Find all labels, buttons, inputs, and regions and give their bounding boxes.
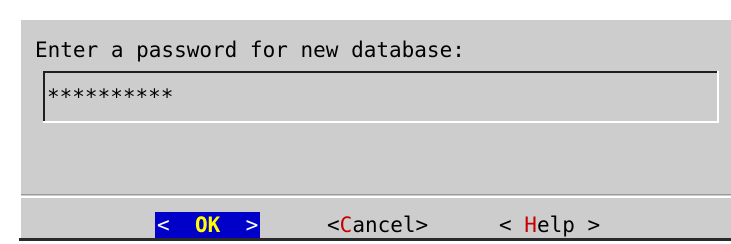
button-area-divider-shadow — [21, 194, 731, 195]
ok-button[interactable]: < OK > — [155, 212, 261, 238]
help-button-label-rest: elp — [536, 213, 575, 237]
dialog-bottom-border — [19, 238, 731, 241]
cancel-button-label-rest: ancel — [352, 213, 416, 237]
button-area-divider — [21, 196, 731, 198]
help-button-left-bracket: < — [499, 213, 525, 237]
help-button-right-bracket: > — [574, 213, 601, 237]
input-border-top — [43, 71, 719, 73]
cancel-button-right-bracket: > — [415, 213, 429, 237]
dialog-prompt: Enter a password for new database: — [35, 38, 465, 62]
ok-button-hotkey: O — [194, 213, 208, 237]
ok-button-left-bracket: < — [157, 213, 170, 237]
input-border-right — [717, 71, 719, 123]
help-button[interactable]: < Help > — [499, 212, 600, 238]
input-border-left — [43, 71, 45, 123]
help-button-hotkey: H — [524, 213, 537, 237]
cancel-button[interactable]: <Cancel> — [327, 212, 428, 238]
password-dialog: Enter a password for new database: *****… — [19, 18, 731, 240]
cancel-button-hotkey: C — [339, 213, 353, 237]
button-row: < OK > <Cancel> < Help > — [21, 212, 731, 238]
input-border-bottom — [43, 121, 719, 123]
ok-button-label-rest: K — [207, 213, 221, 237]
password-input[interactable]: ********** — [43, 71, 719, 123]
ok-button-right-bracket: > — [245, 213, 259, 237]
cancel-button-left-bracket: < — [327, 213, 340, 237]
password-masked-value: ********** — [47, 85, 174, 109]
terminal-screen: Enter a password for new database: *****… — [0, 0, 731, 244]
